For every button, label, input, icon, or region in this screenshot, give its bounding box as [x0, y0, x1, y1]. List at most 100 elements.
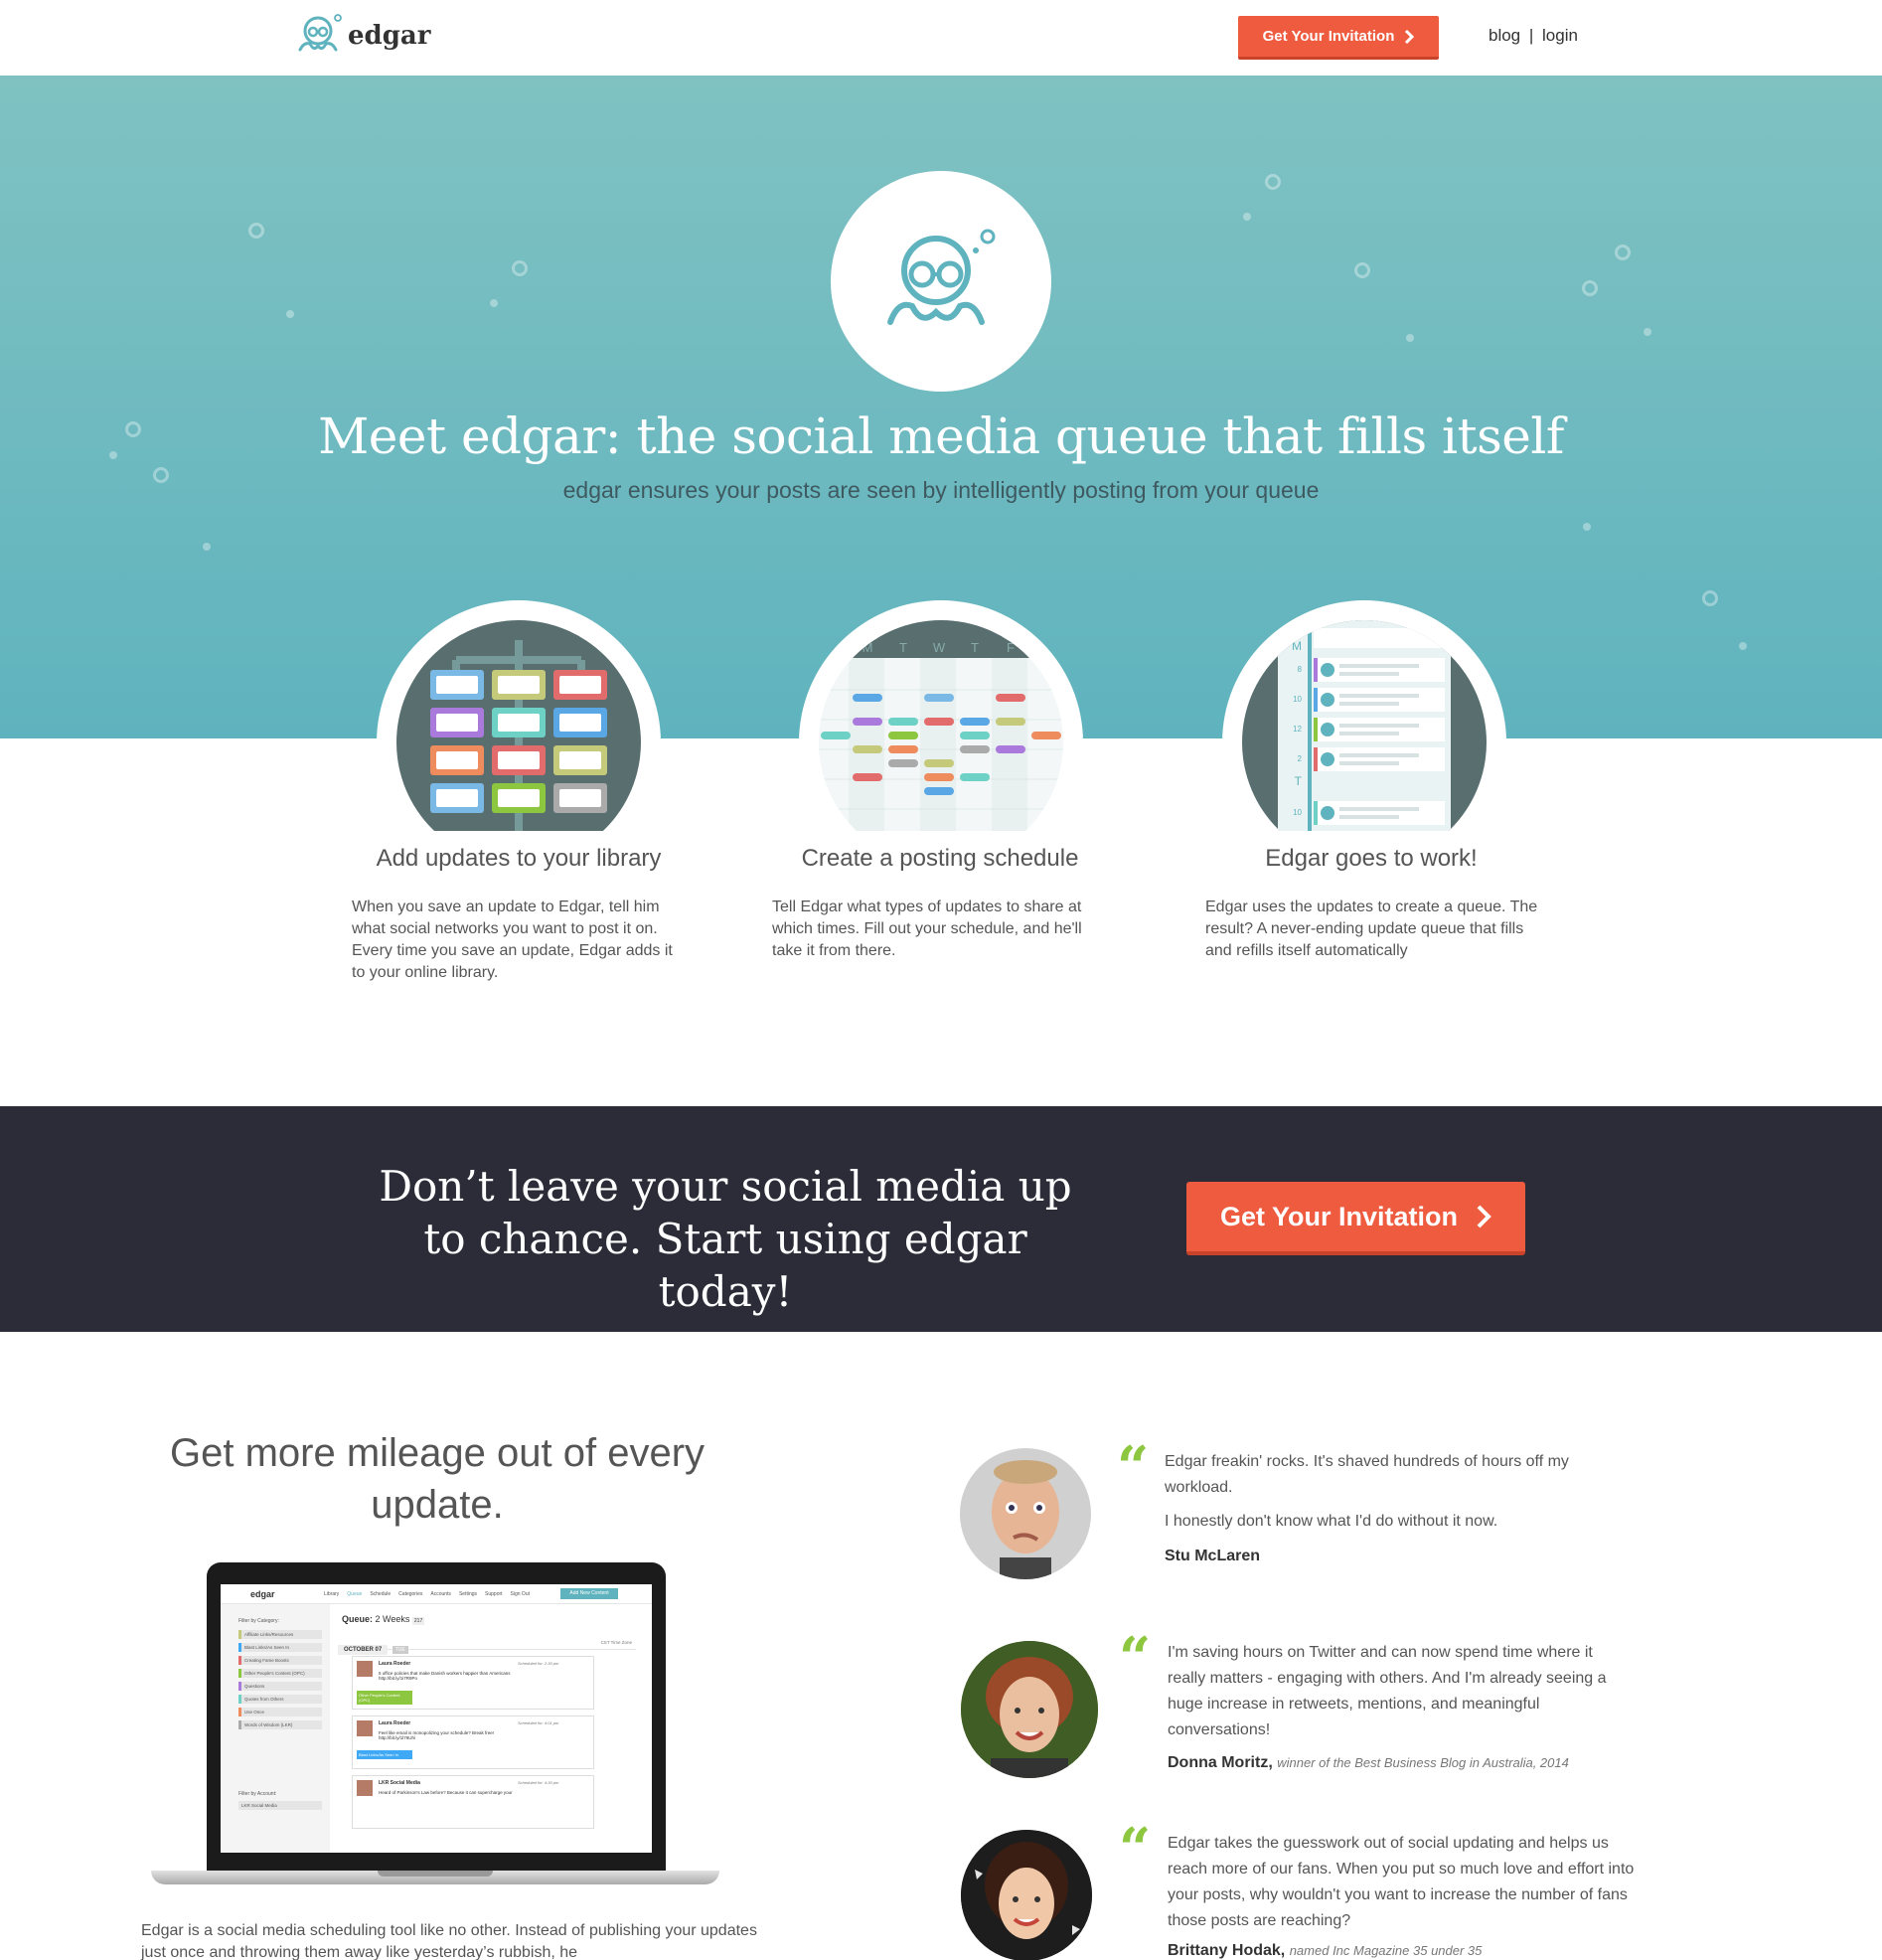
testimonial-2-text: I'm saving hours on Twitter and can now … [1168, 1640, 1635, 1751]
octopus-icon [887, 229, 996, 325]
time-label: 2 [1298, 754, 1303, 763]
screen-nav-item[interactable]: Schedule [370, 1591, 391, 1597]
avatar [357, 1661, 373, 1677]
header-links: blog | login [1489, 26, 1578, 46]
screen-nav-item[interactable]: Support [485, 1591, 503, 1597]
hero-title: Meet edgar: the social media queue that … [318, 408, 1564, 465]
screen-post-text: Feel like email is monopolizing your sch… [379, 1730, 495, 1740]
testimonial-author-name: Stu McLaren [1165, 1548, 1261, 1564]
bubble-decoration [512, 260, 528, 276]
screen-post-tag: Blast Links/As Seen In [357, 1750, 412, 1759]
feature-queue-description: Edgar uses the updates to create a queue… [1205, 898, 1538, 959]
screen-queue-range: 2 Weeks [375, 1614, 410, 1624]
screen-post-tag: Other People's Content (OPC) [357, 1691, 412, 1705]
bubble-decoration [1582, 280, 1598, 296]
screen-post-card[interactable]: Laura Roeder Scheduled for: 4:01 pm Feel… [352, 1715, 594, 1769]
screen-post-author: LKR Social Media [379, 1780, 420, 1786]
dot-decoration [1583, 523, 1591, 531]
portrait-icon [961, 1641, 1098, 1778]
hero-logo-circle [831, 171, 1051, 392]
testimonial-author-credit: winner of the Best Business Blog in Aust… [1277, 1755, 1569, 1770]
bubble-decoration [1702, 590, 1718, 606]
screen-post-time: Scheduled for: 4:01 pm [518, 1720, 559, 1725]
time-label: 10 [1293, 808, 1302, 817]
login-link[interactable]: login [1542, 26, 1578, 45]
screen-category[interactable]: Creating Fame Boosts [238, 1656, 322, 1665]
laptop-screen: edgar Library Queue Schedule Categories … [221, 1584, 652, 1853]
screen-add-button[interactable]: Add New Content [560, 1588, 618, 1599]
screen-nav-item[interactable]: Queue [347, 1591, 362, 1597]
laptop-screenshot: edgar Library Queue Schedule Categories … [151, 1562, 719, 1896]
link-separator: | [1528, 26, 1534, 45]
testimonial-author-credit: named Inc Magazine 35 under 35 [1289, 1943, 1483, 1958]
feature-queue-title: Edgar goes to work! [1265, 845, 1478, 872]
testimonial-3-author: Brittany Hodak, named Inc Magazine 35 un… [1168, 1942, 1482, 1960]
screen-category[interactable]: Blast Links/As Seen In [238, 1643, 322, 1652]
screen-category[interactable]: Questions [238, 1682, 322, 1691]
screen-nav-item[interactable]: Accounts [430, 1591, 451, 1597]
chevron-right-icon [1405, 29, 1415, 44]
avatar [961, 1830, 1092, 1960]
feature-library-title: Add updates to your library [376, 845, 662, 872]
day-label: T [971, 640, 979, 655]
testimonial-paragraph: I'm saving hours on Twitter and can now … [1168, 1644, 1607, 1738]
screen-queue-title: Queue: [342, 1614, 374, 1624]
screen-category[interactable]: Affiliate Links/Resources [238, 1630, 322, 1639]
quote-icon: “ [1119, 1625, 1152, 1691]
screen-post-time: Scheduled for: 4:30 pm [518, 1780, 559, 1785]
bubble-decoration [248, 223, 264, 239]
mileage-title: Get more mileage out of every update. [169, 1431, 706, 1527]
cta-band: Don’t leave your social media up to chan… [0, 1106, 1882, 1332]
day-label: M [863, 640, 873, 655]
screen-category[interactable]: Quotes from Others [238, 1695, 322, 1704]
screen-queue-count: 217 [411, 1617, 425, 1625]
screen-post-card[interactable]: Laura Roeder Scheduled for: 2:30 pm 5 of… [352, 1656, 594, 1710]
screen-post-card[interactable]: LKR Social Media Scheduled for: 4:30 pm … [352, 1775, 594, 1829]
dot-decoration [1243, 213, 1251, 221]
brand-logo[interactable]: edgar [294, 12, 430, 60]
cta-invitation-label: Get Your Invitation [1219, 1201, 1459, 1231]
avatar [357, 1780, 373, 1796]
screen-nav-item[interactable]: Categories [398, 1591, 422, 1597]
testimonial-author-name: Donna Moritz, [1168, 1754, 1273, 1771]
testimonial-2-author: Donna Moritz, winner of the Best Busines… [1168, 1754, 1569, 1772]
feature-library-illustration [377, 600, 661, 885]
dot-decoration [1406, 334, 1414, 342]
blog-link[interactable]: blog [1489, 26, 1520, 45]
brand-name: edgar [348, 21, 431, 51]
quote-icon: “ [1117, 1434, 1150, 1500]
screen-nav-item[interactable]: Sign Out [511, 1591, 530, 1597]
time-label: 12 [1293, 725, 1302, 734]
screen-nav-item[interactable]: Settings [459, 1591, 477, 1597]
dot-decoration [490, 299, 498, 307]
day-label: F [1007, 640, 1015, 655]
screen-post-text: 5 office policies that make Danish worke… [379, 1671, 511, 1681]
screen-date-tag: TUE [392, 1646, 408, 1654]
cta-headline: Don’t leave your social media up to chan… [379, 1162, 1072, 1316]
screen-post-text: Heard of Parkinson's Law before? Because… [379, 1790, 513, 1795]
screen-category[interactable]: Words of Wisdom (LKR) [238, 1720, 322, 1729]
testimonial-1-author: Stu McLaren [1165, 1548, 1260, 1565]
dot-decoration [203, 543, 211, 551]
feature-schedule-illustration: M T W T F [799, 600, 1083, 885]
screen-post-author: Laura Roeder [379, 1661, 411, 1667]
time-label: 8 [1298, 665, 1303, 674]
dot-decoration [1739, 642, 1747, 650]
cta-invitation-button[interactable]: Get Your Invitation [1186, 1182, 1525, 1255]
screen-account[interactable]: LKR Social Media [238, 1801, 322, 1810]
header-invitation-label: Get Your Invitation [1262, 28, 1395, 45]
testimonial-3-text: Edgar takes the guesswork out of social … [1168, 1831, 1635, 1942]
screen-post-time: Scheduled for: 2:30 pm [518, 1661, 559, 1666]
screen-category[interactable]: Other People's Content (OPC) [238, 1669, 322, 1678]
site-header: edgar Get Your Invitation blog | login [0, 0, 1882, 76]
screen-post-author: Laura Roeder [379, 1720, 411, 1726]
header-invitation-button[interactable]: Get Your Invitation [1238, 16, 1439, 60]
screen-brand: edgar [250, 1589, 275, 1599]
screen-nav-item[interactable]: Library [324, 1591, 339, 1597]
mileage-description: Edgar is a social media scheduling tool … [141, 1922, 757, 1960]
screen-category[interactable]: Use Once [238, 1708, 322, 1716]
portrait-icon [992, 1460, 1059, 1579]
feature-library-description: When you save an update to Edgar, tell h… [352, 898, 673, 981]
bubble-decoration [1265, 174, 1281, 190]
testimonial-paragraph: Edgar freakin' rocks. It's shaved hundre… [1165, 1453, 1569, 1496]
